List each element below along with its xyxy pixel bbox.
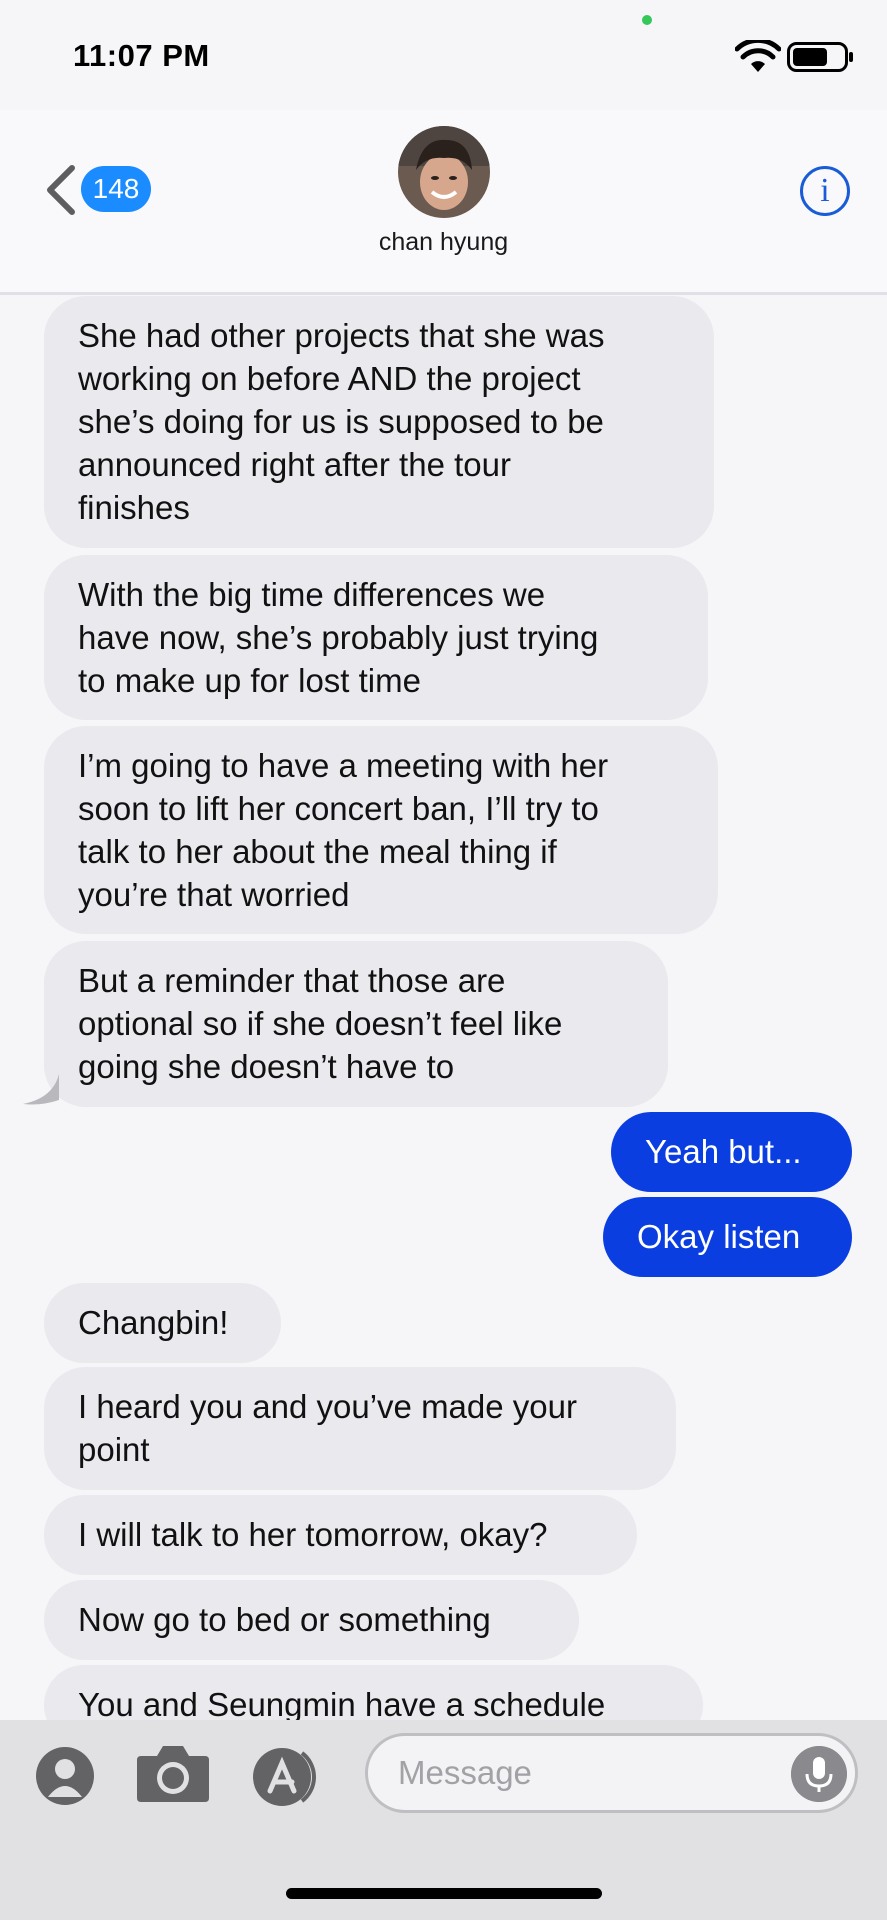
microphone-icon[interactable] (791, 1746, 847, 1802)
incoming-message[interactable]: I will talk to her tomorrow, okay? (44, 1495, 637, 1575)
back-chevron-icon[interactable] (40, 162, 80, 218)
incoming-message[interactable]: Changbin! (44, 1283, 281, 1363)
unread-count-badge[interactable]: 148 (81, 166, 151, 212)
outgoing-message[interactable]: Yeah but... (611, 1112, 852, 1192)
conversation-header: 148 chan hyung i (0, 110, 887, 295)
status-time: 11:07 PM (73, 38, 210, 73)
message-input-field[interactable] (365, 1733, 858, 1813)
incoming-message[interactable]: She had other projects that she was work… (44, 296, 714, 548)
contact-avatar[interactable] (398, 126, 490, 218)
info-button[interactable]: i (800, 166, 850, 216)
incoming-message[interactable]: But a reminder that those are optional s… (44, 941, 668, 1107)
camera-icon[interactable] (135, 1742, 211, 1804)
incoming-bubble-tail (23, 1074, 59, 1105)
memoji-icon[interactable] (36, 1747, 94, 1805)
status-bar: 11:07 PM (0, 0, 887, 110)
app-store-icon[interactable] (252, 1747, 332, 1807)
battery-icon (787, 42, 853, 72)
incoming-message[interactable]: I heard you and you’ve made your point (44, 1367, 676, 1490)
camera-in-use-indicator (642, 15, 652, 25)
incoming-message[interactable]: I’m going to have a meeting with her soo… (44, 726, 718, 934)
wifi-icon (735, 40, 781, 72)
home-indicator[interactable] (286, 1888, 602, 1899)
incoming-message[interactable]: Now go to bed or something (44, 1580, 579, 1660)
message-input[interactable] (398, 1750, 778, 1796)
messages-screen: 11:07 PM 148 chan hyung i She had other … (0, 0, 887, 1920)
contact-name[interactable]: chan hyung (0, 228, 887, 257)
incoming-message[interactable]: With the big time differences we have no… (44, 555, 708, 720)
outgoing-message[interactable]: Okay listen (603, 1197, 852, 1277)
